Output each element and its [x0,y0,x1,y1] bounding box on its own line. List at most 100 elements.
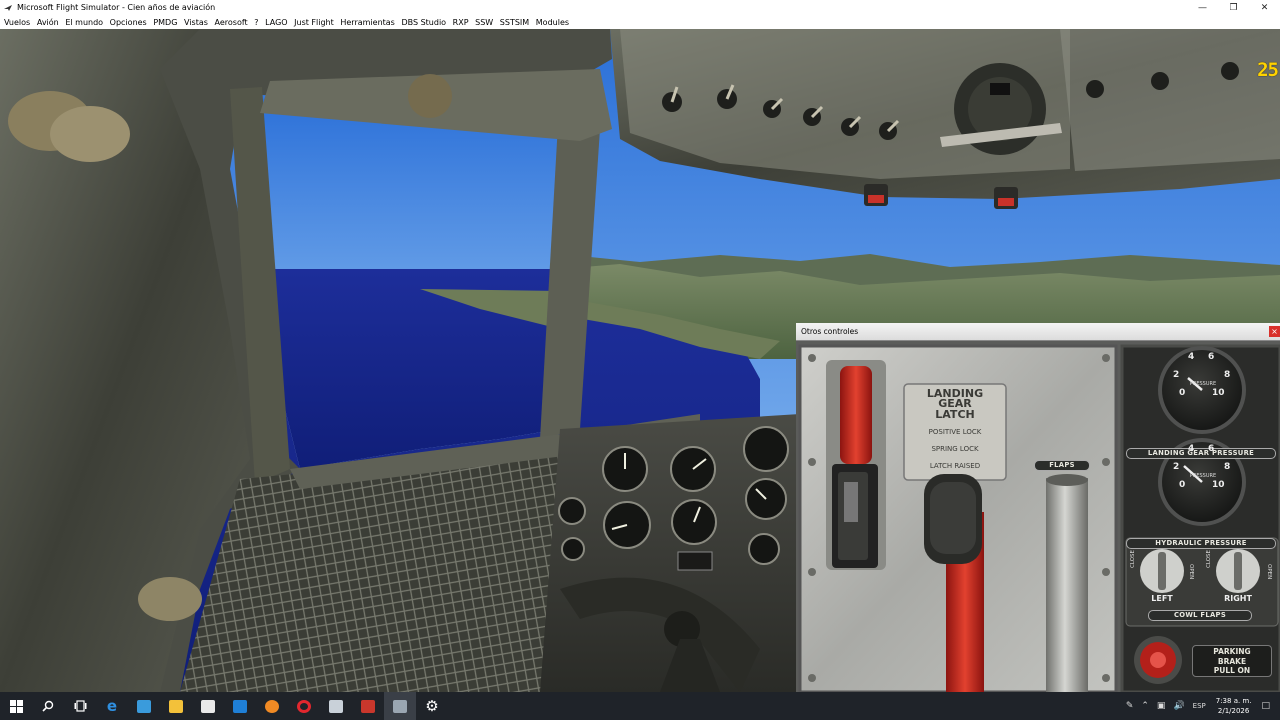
cowl-right-close-label: CLOSE [1206,549,1212,568]
landing-gear-pressure-label: LANDING GEAR PRESSURE [1126,448,1276,459]
taskbar-app-blue[interactable] [128,692,160,720]
network-icon[interactable]: ▣ [1157,701,1166,711]
panel-title: Otros controles [801,327,859,336]
menu-modules[interactable]: Modules [536,18,569,27]
panel-title-bar[interactable]: Otros controles × [796,323,1280,341]
menu-pmdg[interactable]: PMDG [153,18,177,27]
app-red-icon [361,699,375,713]
gear-icon: ⚙ [425,697,439,715]
cowl-left-label: LEFT [1151,594,1173,603]
clock-time: 7:38 a. m. [1215,697,1252,705]
edge-icon: e [106,697,118,715]
menu-dbs-studio[interactable]: DBS Studio [401,18,446,27]
taskbar-file-explorer[interactable] [160,692,192,720]
lg-pressure-tick-10: 10 [1212,388,1225,398]
parking-brake-placard: PARKING BRAKE PULL ON [1192,645,1272,677]
search-button[interactable] [32,692,64,720]
cowl-flap-right-knob[interactable] [1216,549,1260,593]
chevron-up-icon[interactable]: ⌃ [1141,701,1149,711]
task-view-button[interactable] [64,692,96,720]
menu-avion[interactable]: Avión [37,18,59,27]
windows-icon [9,699,23,713]
plane-app-icon [329,699,343,713]
taskbar-firefox[interactable] [256,692,288,720]
taskbar-clock[interactable]: 7:38 a. m. 2/1/2026 [1216,696,1252,716]
latch-heading-3: LATCH [935,408,975,421]
lg-pressure-tick-6: 6 [1208,352,1215,362]
lg-pressure-tick-8: 8 [1224,370,1231,380]
other-controls-window[interactable]: Otros controles × LANDING GEAR LATCH POS… [796,323,1280,692]
hydraulic-pressure-label: HYDRAULIC PRESSURE [1126,538,1276,549]
clock-date: 2/1/2026 [1217,707,1250,715]
taskbar-app-red[interactable] [352,692,384,720]
taskbar-opera[interactable] [288,692,320,720]
menu-vistas[interactable]: Vistas [184,18,208,27]
flight-simulator-taskbar-icon [393,699,407,713]
taskbar: e ⚙ ✎ ⌃ ▣ 🔊 ESP 7:38 a. m. 2/1/2026 □ [0,692,1280,720]
system-tray: ✎ ⌃ ▣ 🔊 ESP 7:38 a. m. 2/1/2026 □ [1122,692,1280,720]
landing-gear-latch-placard: LANDING GEAR LATCH POSITIVE LOCK SPRING … [904,388,1006,470]
menu-lago[interactable]: LAGO [265,18,287,27]
menu-herramientas[interactable]: Herramientas [340,18,395,27]
menu-el-mundo[interactable]: El mundo [65,18,103,27]
menu-help[interactable]: ? [254,18,258,27]
parking-brake-knob[interactable] [1134,636,1182,684]
start-button[interactable] [0,692,32,720]
hyd-pressure-tick-8: 8 [1224,462,1231,472]
cowl-left-close-label: CLOSE [1130,549,1136,568]
parking-brake-line1: PARKING [1213,647,1251,656]
menu-just-flight[interactable]: Just Flight [294,18,334,27]
pen-icon[interactable]: ✎ [1126,701,1134,711]
cowl-left-open-label: OPEN [1188,564,1194,580]
cowl-flaps-title: COWL FLAPS [1148,610,1252,621]
search-icon [42,700,54,712]
hyd-pressure-tick-6: 6 [1208,444,1215,454]
minimize-button[interactable]: — [1187,0,1218,15]
hyd-pressure-tick-2: 2 [1173,462,1180,472]
landing-gear-latch-lever[interactable] [836,364,878,570]
lg-pressure-tick-4: 4 [1188,352,1195,362]
taskbar-store[interactable] [192,692,224,720]
taskbar-mail[interactable] [224,692,256,720]
taskbar-flight-simulator[interactable] [384,692,416,720]
folder-icon [169,699,183,713]
cowl-flap-left-knob[interactable] [1140,549,1184,593]
menu-sstsim[interactable]: SSTSIM [500,18,529,27]
latch-position-latch-raised[interactable]: LATCH RAISED [904,462,1006,470]
title-bar: Microsoft Flight Simulator - Cien años d… [0,0,1280,15]
notifications-icon[interactable]: □ [1261,701,1270,711]
restore-button[interactable]: ❐ [1218,0,1249,15]
taskbar-edge[interactable]: e [96,692,128,720]
fps-counter: 25 [1257,59,1279,81]
panel-close-button[interactable]: × [1269,326,1280,337]
landing-gear-lever[interactable] [922,472,986,692]
hyd-pressure-caption: PRESSURE [1189,473,1217,479]
cowl-right-label: RIGHT [1224,594,1252,603]
latch-position-spring-lock[interactable]: SPRING LOCK [904,445,1006,453]
panel-body: LANDING GEAR LATCH POSITIVE LOCK SPRING … [796,342,1280,692]
firefox-icon [265,699,279,713]
taskbar-settings[interactable]: ⚙ [416,692,448,720]
language-indicator[interactable]: ESP [1193,702,1206,710]
window-title: Microsoft Flight Simulator - Cien años d… [17,3,216,12]
cowl-right-open-label: OPEN [1266,564,1272,580]
menu-ssw[interactable]: SSW [475,18,493,27]
taskbar-app-plane[interactable] [320,692,352,720]
menu-aerosoft[interactable]: Aerosoft [215,18,248,27]
opera-icon [297,699,311,713]
close-button[interactable]: ✕ [1249,0,1280,15]
flaps-lever[interactable] [1044,474,1090,692]
menu-opciones[interactable]: Opciones [110,18,147,27]
speaker-icon[interactable]: 🔊 [1173,701,1184,711]
menu-bar: Vuelos Avión El mundo Opciones PMDG Vist… [0,15,1280,29]
lg-pressure-tick-2: 2 [1173,370,1180,380]
menu-rxp[interactable]: RXP [453,18,469,27]
hyd-pressure-tick-0: 0 [1179,480,1186,490]
flight-simulator-icon [3,3,13,13]
flaps-label: FLAPS [1034,460,1090,471]
menu-vuelos[interactable]: Vuelos [4,18,30,27]
store-icon [201,699,215,713]
latch-position-positive-lock[interactable]: POSITIVE LOCK [904,428,1006,436]
parking-brake-line3: PULL ON [1213,666,1251,675]
parking-brake-line2: BRAKE [1217,656,1247,666]
